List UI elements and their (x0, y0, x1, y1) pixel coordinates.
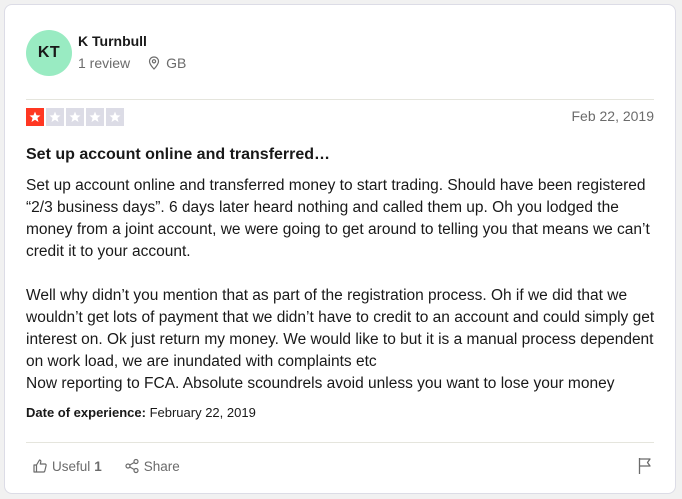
star-icon (26, 108, 44, 126)
review-date: Feb 22, 2019 (571, 108, 654, 124)
review-paragraph: Well why didn’t you mention that as part… (26, 287, 655, 392)
star-icon (106, 108, 124, 126)
review-actions: Useful 1 Share (32, 458, 180, 474)
flag-icon (638, 458, 651, 474)
location-pin-icon (149, 56, 160, 70)
experience-date: February 22, 2019 (149, 405, 256, 420)
useful-button[interactable]: Useful 1 (32, 458, 102, 474)
useful-label: Useful (52, 458, 91, 474)
reviewer-name[interactable]: K Turnbull (78, 33, 147, 49)
reviewer-meta: 1 review GB (78, 55, 186, 71)
thumbs-up-icon (33, 459, 47, 473)
star-icon (66, 108, 84, 126)
review-paragraph: Set up account online and transferred mo… (26, 177, 650, 260)
share-label: Share (143, 458, 180, 474)
star-icon (86, 108, 104, 126)
divider (26, 99, 654, 100)
useful-count: 1 (94, 458, 102, 474)
reviewer-location: GB (148, 55, 186, 71)
review-title[interactable]: Set up account online and transferred… (26, 146, 330, 164)
report-button[interactable] (637, 457, 653, 480)
reviewer-country: GB (166, 55, 187, 71)
divider (26, 442, 654, 443)
experience-label: Date of experience: (26, 405, 146, 420)
date-of-experience: Date of experience: February 22, 2019 (26, 405, 256, 420)
star-icon (46, 108, 64, 126)
share-icon (125, 458, 139, 474)
star-rating (26, 108, 124, 126)
avatar[interactable]: KT (26, 30, 72, 76)
review-count: 1 review (78, 55, 131, 71)
review-card: KT K Turnbull 1 review GB Feb 22, 2019 S… (4, 4, 676, 494)
review-body: Set up account online and transferred mo… (26, 175, 658, 395)
share-button[interactable]: Share (124, 458, 180, 474)
